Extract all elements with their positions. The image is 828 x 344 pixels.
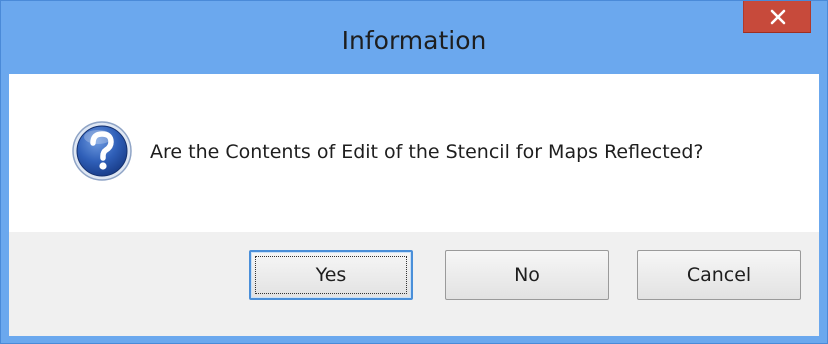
no-button[interactable]: No [445, 250, 609, 300]
close-button[interactable] [743, 1, 811, 33]
dialog-window: Information Are the Contents of Edit of … [0, 0, 828, 344]
dialog-message: Are the Contents of Edit of the Stencil … [150, 141, 704, 163]
dialog-title: Information [341, 26, 487, 55]
no-button-label: No [514, 264, 540, 286]
focus-indicator [255, 256, 407, 294]
title-bar[interactable]: Information [1, 1, 827, 73]
cancel-button-label: Cancel [686, 264, 752, 286]
cancel-button[interactable]: Cancel [637, 250, 801, 300]
yes-button[interactable]: Yes [249, 250, 413, 300]
close-icon [770, 9, 786, 25]
message-panel: Are the Contents of Edit of the Stencil … [9, 74, 819, 232]
question-icon [72, 121, 132, 181]
dialog-client-area: Are the Contents of Edit of the Stencil … [9, 74, 819, 336]
